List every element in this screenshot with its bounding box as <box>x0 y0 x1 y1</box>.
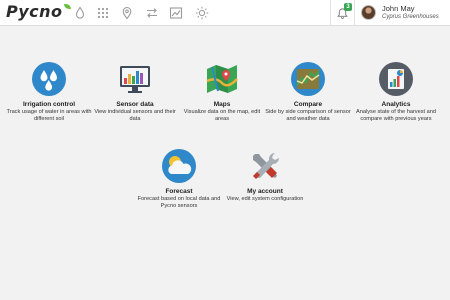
tile-title: My account <box>247 188 283 195</box>
map-pin-icon[interactable] <box>119 5 135 21</box>
tile-description: View, edit system configuration <box>226 196 304 202</box>
leaf-icon <box>63 4 71 9</box>
tile-description: Visualize data on the map, edit areas <box>183 109 261 122</box>
tile-description: View individual sensors and their data <box>94 109 176 122</box>
tile-description: Forecast based on local data and Pycno s… <box>137 196 221 209</box>
tile-title: Maps <box>213 101 231 108</box>
tile-my-account[interactable]: My account View, edit system configurati… <box>220 148 310 203</box>
sun-icon[interactable] <box>194 5 210 21</box>
tile-description: Track usage of water in areas with diffe… <box>6 109 92 122</box>
tile-title: Analytics <box>381 101 411 108</box>
notifications-button[interactable]: 3 <box>330 0 354 26</box>
tile-forecast[interactable]: Forecast Forecast based on local data an… <box>134 148 224 210</box>
compare-arrows-icon[interactable] <box>144 5 160 21</box>
tools-icon <box>247 148 283 184</box>
tile-analytics[interactable]: Analytics Analyse state of the harvest a… <box>351 61 441 123</box>
tile-description: Side by side comparison of sensor and we… <box>265 109 351 122</box>
tile-irrigation[interactable]: Irrigation control Track usage of water … <box>4 61 94 123</box>
tile-maps[interactable]: Maps Visualize data on the map, edit are… <box>177 61 267 123</box>
tile-title: Compare <box>293 101 323 108</box>
tile-title: Irrigation control <box>23 101 75 108</box>
analytics-icon <box>378 61 414 97</box>
tile-title: Sensor data <box>116 101 154 108</box>
user-organization: Cyprus Greenhouses <box>382 14 439 20</box>
user-menu[interactable]: John May Cyprus Greenhouses <box>354 0 450 26</box>
tile-title: Forecast <box>165 188 193 195</box>
tile-compare[interactable]: Compare Side by side comparison of senso… <box>263 61 353 123</box>
top-bar: Pycno 3 John May Cyprus Greenhouses <box>0 0 450 26</box>
notification-badge: 3 <box>344 3 352 11</box>
user-name: John May <box>382 4 415 13</box>
logo-text: Pycno <box>6 2 63 21</box>
avatar <box>361 5 376 20</box>
tile-description: Analyse state of the harvest and compare… <box>356 109 436 122</box>
weather-icon <box>161 148 197 184</box>
tile-sensor-data[interactable]: Sensor data View individual sensors and … <box>90 61 180 123</box>
chart-icon[interactable] <box>168 5 184 21</box>
logo[interactable]: Pycno <box>6 3 71 23</box>
compare-chart-icon <box>290 61 326 97</box>
water-drop-icon[interactable] <box>72 5 88 21</box>
sensors-grid-icon[interactable] <box>95 5 111 21</box>
map-icon <box>204 61 240 97</box>
sensor-chart-icon <box>117 61 153 97</box>
water-drops-icon <box>31 61 67 97</box>
